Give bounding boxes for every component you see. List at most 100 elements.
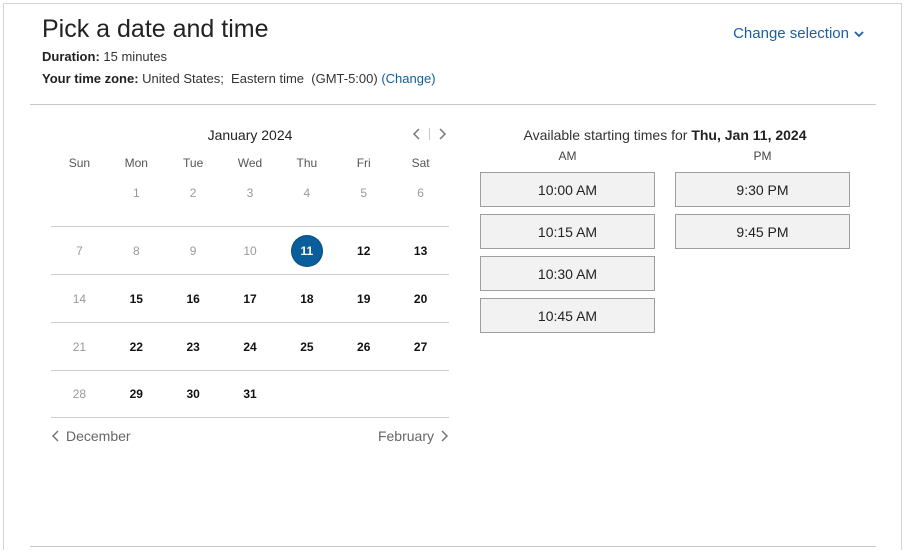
page-title: Pick a date and time — [42, 15, 269, 43]
day-number: 24 — [243, 339, 257, 354]
month-nav — [410, 126, 449, 142]
next-month-link[interactable]: February — [378, 428, 449, 444]
am-time-slot-button[interactable]: 10:45 AM — [480, 298, 655, 333]
empty-day-cell — [392, 379, 449, 409]
calendar-day: 10 — [222, 236, 279, 266]
day-number: 5 — [360, 186, 368, 200]
calendar-week-row: 7 8 9 10 11 12 13 — [51, 226, 449, 274]
calendar-day[interactable]: 29 — [108, 379, 165, 409]
calendar-day[interactable]: 16 — [165, 284, 222, 314]
duration-line: Duration: 15 minutes — [42, 49, 167, 64]
selected-date: Thu, Jan 11, 2024 — [691, 127, 807, 143]
weekday-header: Mon — [124, 156, 148, 170]
day-number: 22 — [129, 339, 143, 354]
chevron-down-icon — [854, 30, 864, 37]
calendar: January 2024 Sun Mon Tue Wed Thu Fri Sat 12345… — [51, 120, 449, 458]
calendar-day[interactable]: 31 — [222, 379, 279, 409]
chevron-right-icon — [441, 430, 449, 442]
day-number: 23 — [186, 339, 200, 354]
day-number: 9 — [189, 243, 197, 258]
selected-day[interactable]: 11 — [278, 235, 335, 266]
calendar-day: 14 — [51, 284, 108, 314]
empty-day-cell — [51, 178, 108, 208]
day-number: 3 — [246, 186, 254, 200]
next-month-arrow[interactable] — [435, 126, 449, 142]
header-divider — [30, 104, 876, 105]
timezone-value: United States; Eastern time (GMT-5:00) — [142, 71, 378, 86]
weekday-header: Thu — [296, 156, 318, 170]
weekday-header: Sat — [411, 156, 430, 170]
day-number: 28 — [72, 387, 87, 401]
day-number: 17 — [243, 291, 257, 306]
day-number: 6 — [417, 186, 424, 200]
weekday-header: Tue — [183, 156, 204, 170]
calendar-day[interactable]: 13 — [392, 236, 449, 266]
day-number: 31 — [243, 387, 257, 401]
day-number: 13 — [413, 243, 428, 258]
timezone-line: Your time zone: United States; Eastern t… — [42, 71, 436, 86]
calendar-week-row: 21 22 23 24 25 26 27 — [51, 322, 449, 370]
calendar-day[interactable]: 30 — [165, 379, 222, 409]
pm-heading: PM — [753, 149, 772, 163]
calendar-day[interactable]: 24 — [222, 332, 279, 362]
calendar-day[interactable]: 26 — [335, 332, 392, 362]
calendar-day[interactable]: 17 — [222, 284, 279, 314]
calendar-day: 21 — [51, 332, 108, 362]
footer-divider — [30, 546, 876, 547]
calendar-day[interactable]: 27 — [392, 332, 449, 362]
day-number: 14 — [72, 291, 87, 306]
calendar-day[interactable]: 22 — [108, 332, 165, 362]
day-number: 10 — [243, 243, 257, 258]
month-footer: December February — [51, 424, 449, 458]
day-number: 21 — [72, 339, 87, 354]
day-number: 25 — [300, 339, 314, 354]
calendar-day[interactable]: 18 — [278, 284, 335, 314]
times-title-prefix: Available starting times for — [523, 127, 688, 143]
calendar-day[interactable]: 19 — [335, 284, 392, 314]
chevron-left-icon — [412, 128, 420, 140]
am-slot-list: 10:00 AM 10:15 AM 10:30 AM 10:45 AM — [480, 172, 655, 333]
calendar-day[interactable]: 20 — [392, 284, 449, 314]
day-number: 4 — [303, 186, 311, 200]
empty-day-cell — [278, 379, 335, 409]
calendar-week-row: 14 15 16 17 18 19 20 — [51, 274, 449, 322]
day-number: 1 — [132, 186, 140, 200]
chevron-left-icon — [51, 430, 59, 442]
day-number: 15 — [129, 291, 143, 306]
pm-time-slot-button[interactable]: 9:30 PM — [675, 172, 850, 207]
weekday-row: Sun Mon Tue Wed Thu Fri Sat — [51, 150, 449, 176]
calendar-day[interactable]: 15 — [108, 284, 165, 314]
calendar-day[interactable]: 12 — [335, 236, 392, 266]
calendar-grid: 1 2 3 4 5 6 7 8 9 10 11 12 13 14 15 16 17 18 19 20 21 22 23 24 2… — [51, 176, 449, 418]
pm-time-slot-button[interactable]: 9:45 PM — [675, 214, 850, 249]
calendar-header: January 2024 — [51, 120, 449, 150]
calendar-day: 1 — [108, 178, 165, 208]
day-number: 30 — [186, 387, 200, 401]
prev-month-arrow[interactable] — [410, 126, 424, 142]
calendar-day: 7 — [51, 236, 108, 266]
day-number: 12 — [357, 243, 371, 258]
calendar-day[interactable]: 25 — [278, 332, 335, 362]
day-number: 7 — [76, 243, 83, 258]
prev-month-link[interactable]: December — [51, 428, 131, 444]
weekday-header: Wed — [237, 156, 263, 170]
calendar-day[interactable]: 23 — [165, 332, 222, 362]
calendar-day: 2 — [165, 178, 222, 208]
day-number: 11 — [291, 235, 322, 266]
day-number: 2 — [189, 186, 197, 200]
am-time-slot-button[interactable]: 10:15 AM — [480, 214, 655, 249]
calendar-day: 4 — [278, 178, 335, 208]
next-month-label: February — [377, 428, 434, 444]
times-title: Available starting times for Thu, Jan 11… — [480, 127, 850, 143]
change-timezone-link[interactable]: (Change) — [381, 71, 435, 86]
am-time-slot-button[interactable]: 10:00 AM — [480, 172, 655, 207]
am-time-slot-button[interactable]: 10:30 AM — [480, 256, 655, 291]
time-picker: Available starting times for Thu, Jan 11… — [480, 120, 850, 340]
day-number: 16 — [186, 291, 200, 306]
change-selection-button[interactable]: Change selection — [733, 25, 865, 42]
day-number: 8 — [132, 243, 140, 258]
prev-month-label: December — [66, 428, 131, 444]
weekday-header: Sun — [68, 156, 91, 170]
day-number: 18 — [300, 291, 314, 306]
pm-slot-list: 9:30 PM 9:45 PM — [675, 172, 850, 249]
